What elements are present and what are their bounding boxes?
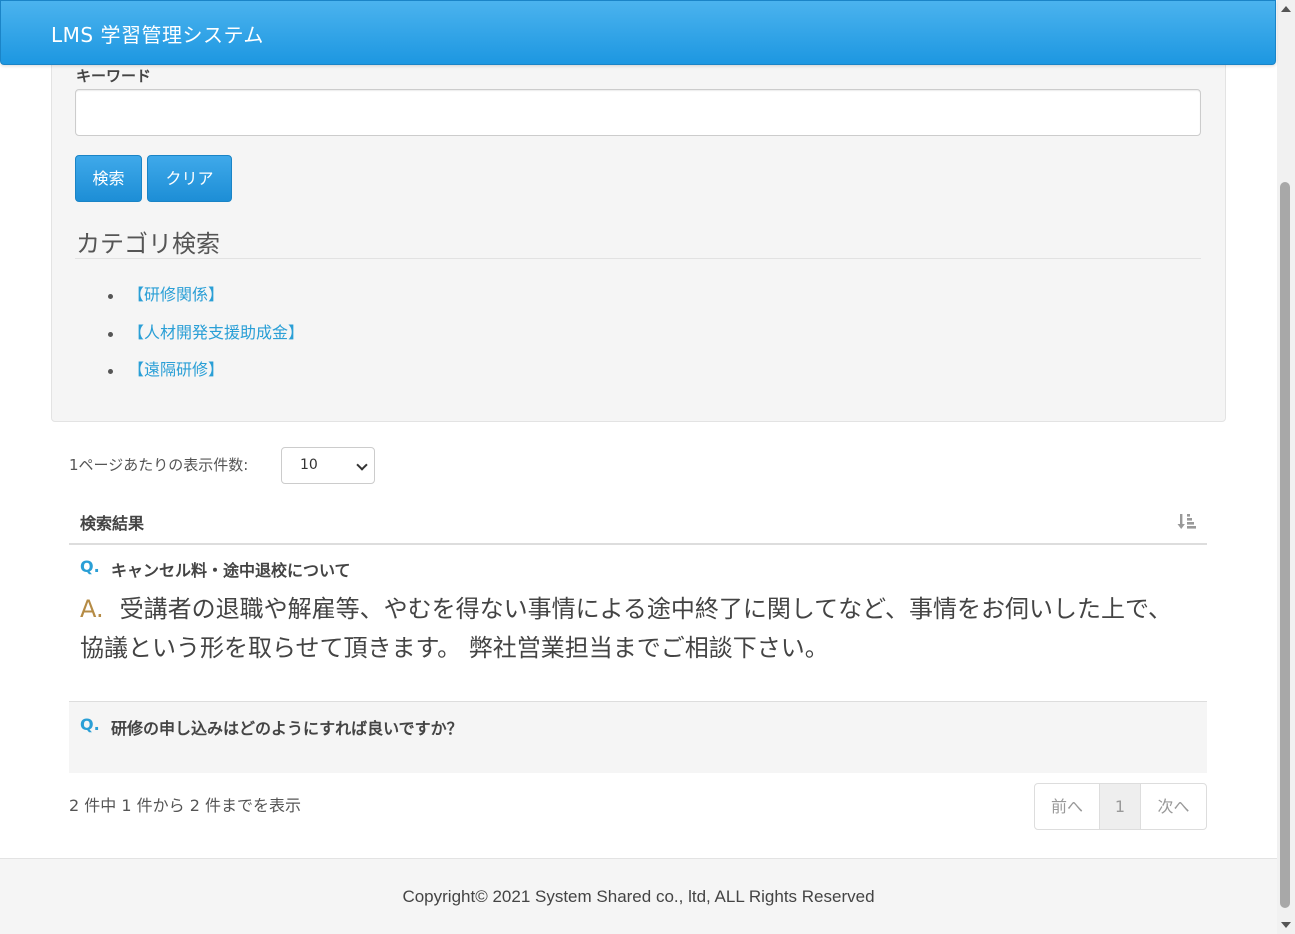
answer: A. 受講者の退職や解雇等、やむを得ない事情による途中終了に関してなど、事情をお伺… — [80, 590, 1190, 668]
per-page-label: 1ページあたりの表示件数: — [69, 456, 249, 474]
keyword-input[interactable] — [75, 89, 1201, 136]
sort-icon[interactable] — [1177, 511, 1197, 531]
question-text: キャンセル料・途中退校について — [111, 561, 351, 580]
category-link-training[interactable]: 【研修関係】 — [128, 285, 224, 304]
app-title[interactable]: LMS 学習管理システム — [51, 19, 264, 48]
divider — [75, 258, 1201, 259]
prev-page-button[interactable]: 前へ — [1035, 784, 1100, 829]
table-row[interactable]: Q. キャンセル料・途中退校について A. 受講者の退職や解雇等、やむを得ない事情… — [69, 546, 1207, 702]
keyword-label: キーワード — [76, 67, 152, 85]
list-item: 【遠隔研修】 — [105, 358, 304, 396]
category-search-heading: カテゴリ検索 — [76, 230, 220, 258]
chevron-down-icon — [356, 459, 368, 471]
navbar: LMS 学習管理システム — [0, 0, 1276, 65]
per-page-select[interactable]: 10 — [281, 447, 375, 484]
search-button[interactable]: 検索 — [75, 155, 142, 202]
question-mark: Q. — [80, 557, 100, 576]
category-link-remote[interactable]: 【遠隔研修】 — [128, 360, 224, 379]
per-page-value: 10 — [300, 457, 318, 473]
next-page-button[interactable]: 次へ — [1141, 784, 1206, 829]
results-info: 2 件中 1 件から 2 件までを表示 — [69, 796, 301, 815]
table-row[interactable]: Q. 研修の申し込みはどのようにすれば良いですか？ — [69, 702, 1207, 773]
results-header-title: 検索結果 — [80, 514, 145, 533]
pagination: 前へ 1 次へ — [1034, 783, 1207, 830]
list-item: 【研修関係】 — [105, 283, 304, 321]
question-mark: Q. — [80, 715, 100, 734]
footer: Copyright© 2021 System Shared co., ltd, … — [0, 858, 1277, 934]
category-link-subsidy[interactable]: 【人材開発支援助成金】 — [128, 323, 304, 342]
clear-button[interactable]: クリア — [147, 155, 232, 202]
copyright: Copyright© 2021 System Shared co., ltd, … — [402, 887, 875, 906]
scrollbar-thumb[interactable] — [1280, 182, 1290, 908]
answer-text: 受講者の退職や解雇等、やむを得ない事情による途中終了に関してなど、事情をお伺いし… — [80, 595, 1173, 662]
scroll-down-icon[interactable] — [1281, 922, 1291, 928]
list-item: 【人材開発支援助成金】 — [105, 321, 304, 359]
page: LMS 学習管理システム キーワード 検索 クリア カテゴリ検索 【研修関係】 … — [0, 0, 1295, 934]
results-header: 検索結果 — [69, 500, 1207, 545]
answer-mark: A. — [80, 595, 104, 623]
category-list: 【研修関係】 【人材開発支援助成金】 【遠隔研修】 — [105, 283, 304, 396]
scrollbar[interactable] — [1277, 0, 1295, 934]
page-number-button[interactable]: 1 — [1100, 784, 1141, 829]
question-text: 研修の申し込みはどのようにすれば良いですか？ — [111, 719, 463, 738]
scroll-up-icon[interactable] — [1281, 6, 1291, 12]
